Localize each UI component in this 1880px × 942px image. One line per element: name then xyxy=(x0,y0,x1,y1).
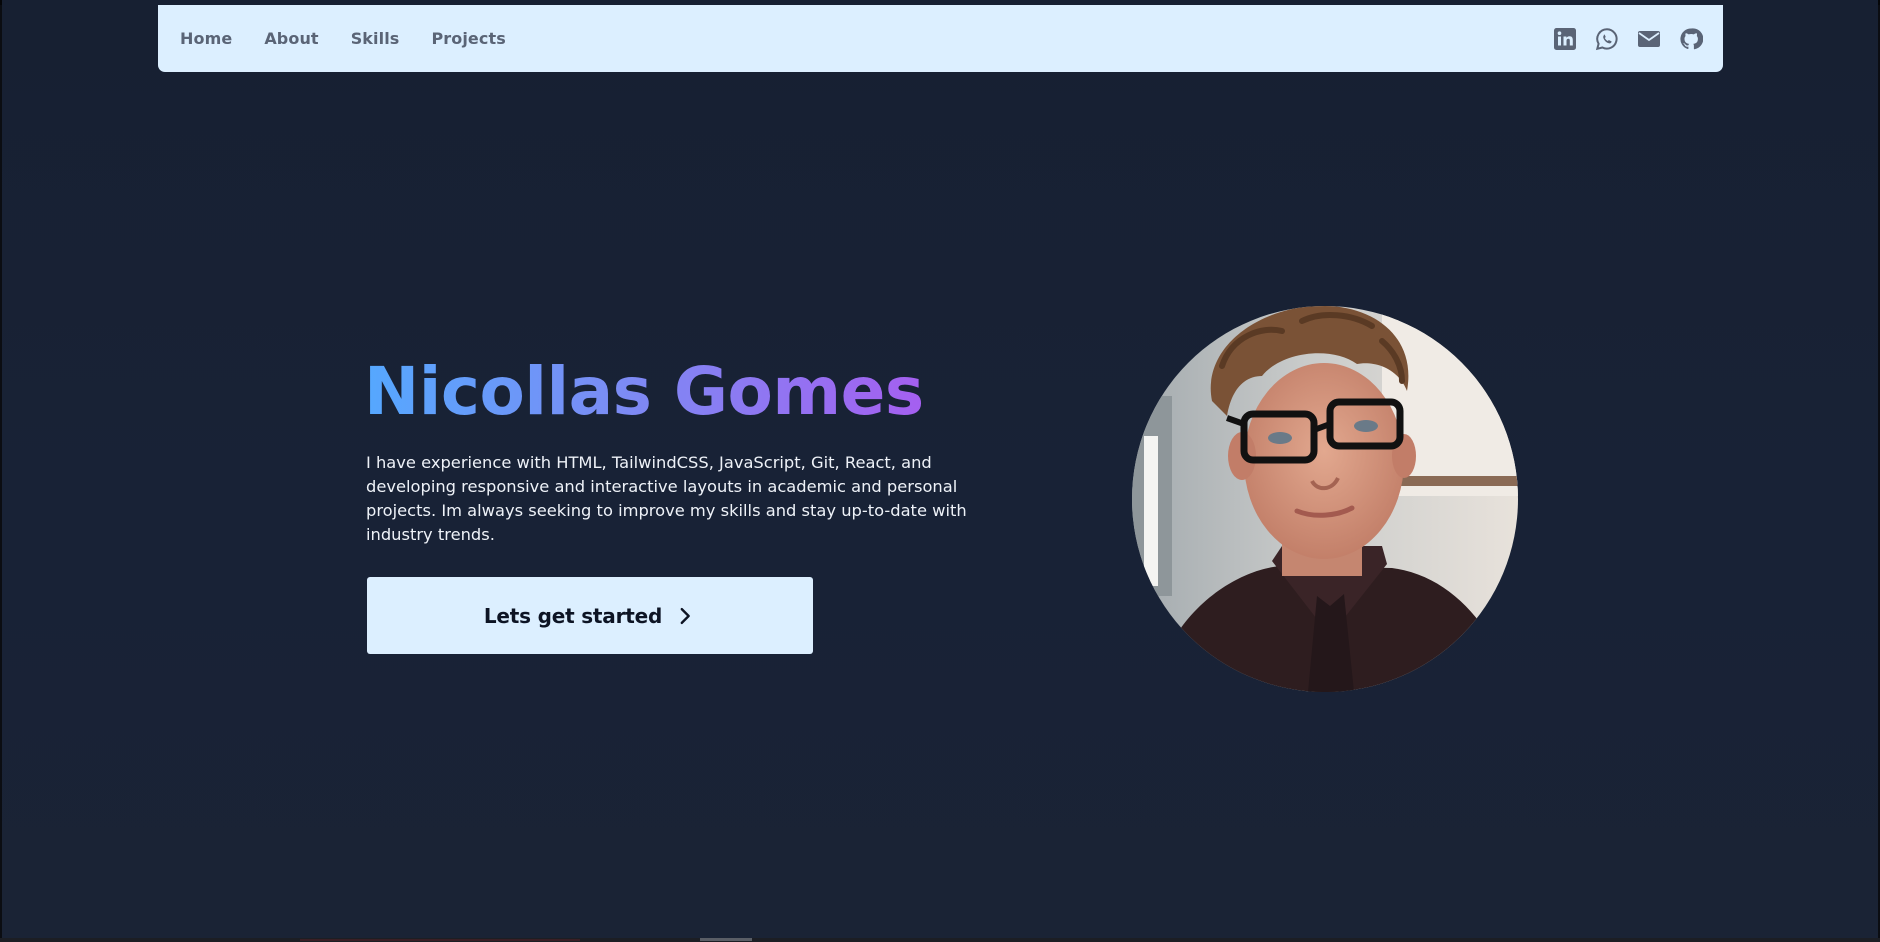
nav-link-about[interactable]: About xyxy=(264,29,318,48)
social-icons xyxy=(1553,27,1703,51)
nav-link-projects[interactable]: Projects xyxy=(431,29,505,48)
hero-name: Nicollas Gomes xyxy=(364,353,924,430)
mail-icon[interactable] xyxy=(1637,27,1661,51)
nav-links: Home About Skills Projects xyxy=(180,29,506,48)
browser-bottom-edge xyxy=(0,938,1880,942)
bottom-edge-mark xyxy=(700,938,752,941)
navbar: Home About Skills Projects xyxy=(158,5,1723,72)
linkedin-icon[interactable] xyxy=(1553,27,1577,51)
profile-photo xyxy=(1132,306,1518,692)
github-icon[interactable] xyxy=(1679,27,1703,51)
nav-link-home[interactable]: Home xyxy=(180,29,232,48)
bottom-edge-mark xyxy=(300,939,580,941)
get-started-label: Lets get started xyxy=(483,603,663,628)
nav-link-skills[interactable]: Skills xyxy=(351,29,400,48)
chevron-right-icon xyxy=(674,605,696,627)
hero-description: I have experience with HTML, TailwindCSS… xyxy=(366,453,967,544)
whatsapp-icon[interactable] xyxy=(1595,27,1619,51)
get-started-button[interactable]: Lets get started xyxy=(367,577,813,654)
